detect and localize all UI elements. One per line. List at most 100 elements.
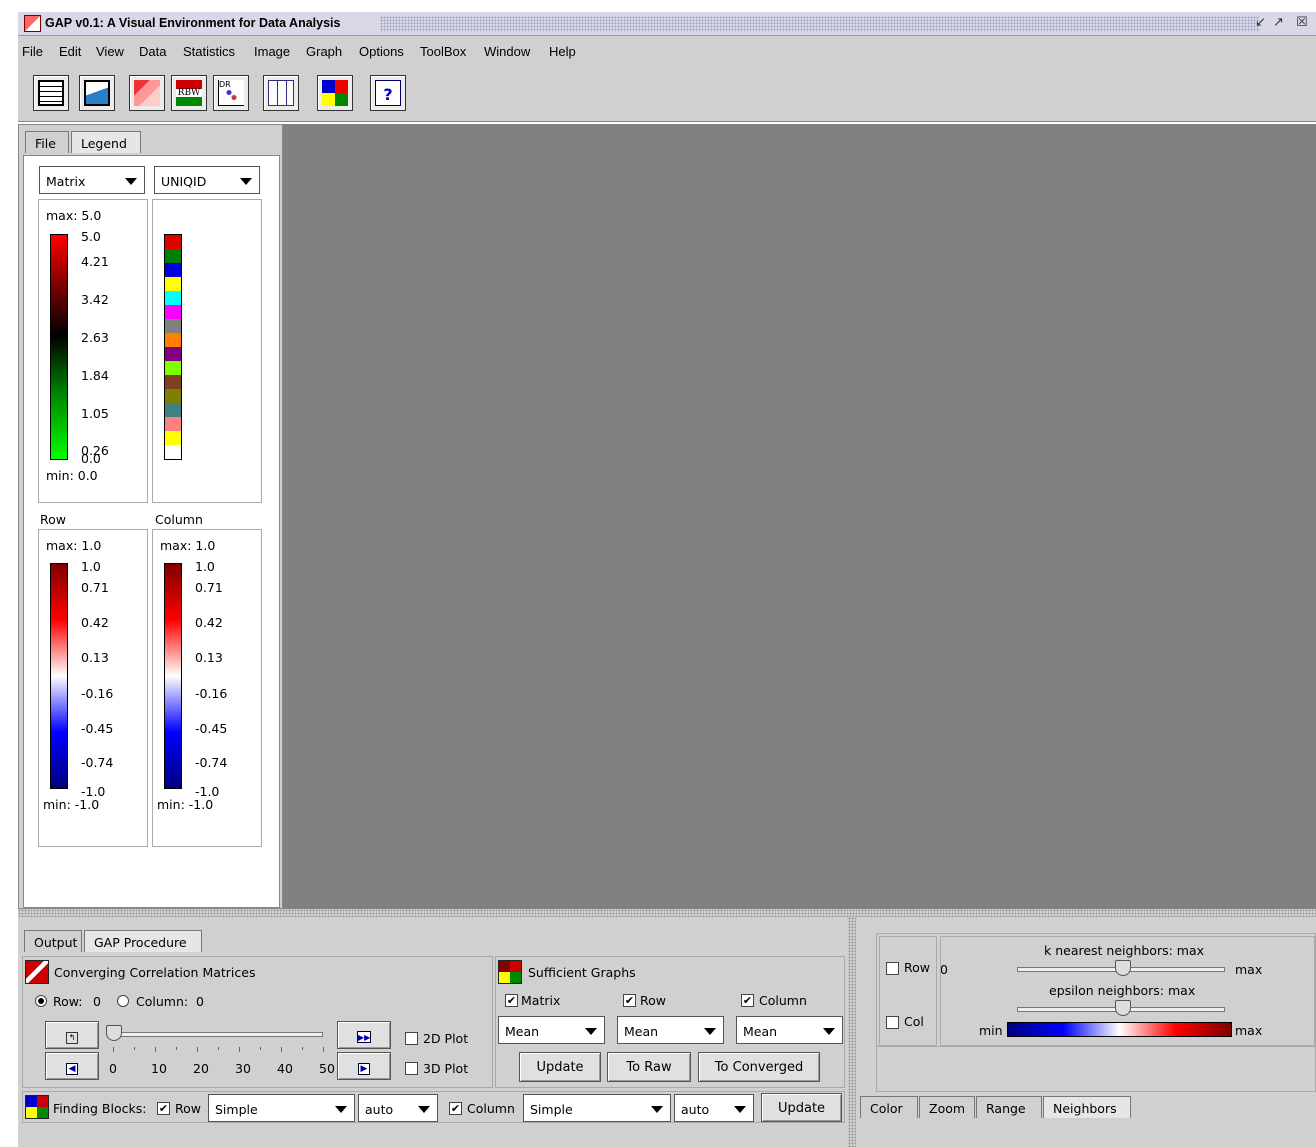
split-divider[interactable] bbox=[18, 909, 1316, 917]
reset-button[interactable]: ↰ bbox=[45, 1021, 99, 1049]
matrix-min-label: min: 0.0 bbox=[46, 468, 98, 483]
tab-zoom[interactable]: Zoom bbox=[919, 1096, 975, 1118]
id-select[interactable]: UNIQID bbox=[154, 166, 260, 194]
row-method-select[interactable]: Simple bbox=[208, 1094, 355, 1122]
column-stat-select[interactable]: Mean bbox=[736, 1016, 843, 1044]
chevron-down-icon bbox=[734, 1106, 746, 1113]
id-select-value: UNIQID bbox=[161, 174, 207, 189]
chevron-down-icon bbox=[240, 178, 252, 185]
slider-tick bbox=[113, 1047, 114, 1052]
iteration-slider-thumb[interactable] bbox=[106, 1025, 122, 1041]
column-checkbox[interactable]: ✔ bbox=[741, 994, 754, 1007]
menu-file[interactable]: File bbox=[22, 44, 43, 59]
desktop-area bbox=[283, 124, 1316, 909]
tab-file[interactable]: File bbox=[25, 131, 69, 153]
matrix-select[interactable]: Matrix bbox=[39, 166, 145, 194]
step-forward-button[interactable]: ▶ bbox=[337, 1052, 391, 1080]
neighbors-col-checkbox[interactable] bbox=[886, 1016, 899, 1029]
row-col-box: Row Col bbox=[879, 936, 937, 1046]
chevron-down-icon bbox=[704, 1028, 716, 1035]
finding-column-checkbox[interactable]: ✔ bbox=[449, 1102, 462, 1115]
matrix-map-button[interactable] bbox=[129, 75, 165, 111]
close-icon[interactable]: ☒ bbox=[1296, 15, 1308, 30]
finding-blocks-icon bbox=[25, 1095, 49, 1119]
menu-graph[interactable]: Graph bbox=[306, 44, 342, 59]
column-legend-title: Column bbox=[155, 512, 203, 527]
row-min-label: min: -1.0 bbox=[43, 797, 100, 812]
slider-tick bbox=[155, 1047, 156, 1052]
menu-data[interactable]: Data bbox=[139, 44, 166, 59]
neighbors-row-checkbox[interactable] bbox=[886, 962, 899, 975]
row-radio[interactable] bbox=[35, 995, 47, 1007]
open-data-button[interactable] bbox=[33, 75, 69, 111]
slider-tick-label: 0 bbox=[109, 1061, 117, 1076]
tab-legend[interactable]: Legend bbox=[71, 131, 141, 153]
sufficient-graphs-group: Sufficient Graphs ✔ Matrix ✔ Row ✔ Colum… bbox=[495, 956, 845, 1088]
row-colorbar bbox=[50, 563, 68, 789]
menu-statistics[interactable]: Statistics bbox=[183, 44, 235, 59]
finding-update-button[interactable]: Update bbox=[761, 1093, 842, 1122]
maximize-icon[interactable]: ↗ bbox=[1273, 15, 1284, 30]
tab-range[interactable]: Range bbox=[976, 1096, 1042, 1118]
matrix-max-label: max: 5.0 bbox=[46, 208, 102, 223]
row-auto-select[interactable]: auto bbox=[358, 1094, 438, 1122]
knn-slider-thumb[interactable] bbox=[1115, 960, 1131, 976]
menu-edit[interactable]: Edit bbox=[59, 44, 81, 59]
tab-color[interactable]: Color bbox=[860, 1096, 918, 1118]
col-tick: -0.74 bbox=[195, 755, 228, 770]
knn-title: k nearest neighbors: max bbox=[1044, 943, 1205, 958]
plot2d-checkbox[interactable] bbox=[405, 1032, 418, 1045]
color-grid-button[interactable] bbox=[317, 75, 353, 111]
menu-view[interactable]: View bbox=[96, 44, 124, 59]
col-method-select[interactable]: Simple bbox=[523, 1094, 671, 1122]
menu-image[interactable]: Image bbox=[254, 44, 290, 59]
menu-help[interactable]: Help bbox=[549, 44, 576, 59]
row-stat-select[interactable]: Mean bbox=[617, 1016, 724, 1044]
row-checkbox[interactable]: ✔ bbox=[623, 994, 636, 1007]
tab-output[interactable]: Output bbox=[24, 930, 82, 952]
row-max-label: max: 1.0 bbox=[46, 538, 102, 553]
update-button[interactable]: Update bbox=[519, 1052, 601, 1082]
matrix-tick: 1.84 bbox=[81, 368, 109, 383]
matrix-tick: 0.0 bbox=[81, 451, 101, 466]
menu-toolbox[interactable]: ToolBox bbox=[420, 44, 466, 59]
row-method-value: Simple bbox=[215, 1102, 258, 1117]
fast-forward-button[interactable]: ▶▶ bbox=[337, 1021, 391, 1049]
to-raw-button[interactable]: To Raw bbox=[607, 1052, 691, 1082]
rbw-button[interactable]: RBW bbox=[171, 75, 207, 111]
row-auto-value: auto bbox=[365, 1102, 394, 1117]
neighbors-panel: Row Col 0 k nearest neighbors: max max e… bbox=[876, 933, 1316, 1047]
finding-row-checkbox[interactable]: ✔ bbox=[157, 1102, 170, 1115]
finding-blocks-bar: Finding Blocks: ✔ Row Simple auto ✔ Colu… bbox=[22, 1091, 845, 1123]
restore-icon[interactable]: ↙ bbox=[1255, 15, 1266, 30]
neighbors-row-label: Row bbox=[904, 960, 930, 975]
slider-tick bbox=[239, 1047, 240, 1052]
matrix-stat-value: Mean bbox=[505, 1024, 540, 1039]
chevron-down-icon bbox=[335, 1106, 347, 1113]
row-stat-value: Mean bbox=[624, 1024, 659, 1039]
tab-gap-procedure[interactable]: GAP Procedure bbox=[84, 930, 202, 952]
matrix-checkbox[interactable]: ✔ bbox=[505, 994, 518, 1007]
dr-plot-button[interactable]: DR bbox=[213, 75, 249, 111]
slider-tick-label: 40 bbox=[277, 1061, 293, 1076]
chevron-down-icon bbox=[585, 1028, 597, 1035]
iteration-slider[interactable] bbox=[113, 1032, 323, 1037]
col-auto-select[interactable]: auto bbox=[674, 1094, 754, 1122]
legend-panel: Matrix UNIQID max: 5.0 5.0 4.21 3.42 2.6… bbox=[23, 155, 280, 908]
menu-options[interactable]: Options bbox=[359, 44, 404, 59]
import-data-button[interactable] bbox=[79, 75, 115, 111]
matrix-stat-select[interactable]: Mean bbox=[498, 1016, 605, 1044]
tab-neighbors[interactable]: Neighbors bbox=[1043, 1096, 1131, 1118]
plot3d-checkbox[interactable] bbox=[405, 1062, 418, 1075]
column-radio[interactable] bbox=[117, 995, 129, 1007]
sufficient-graphs-title: Sufficient Graphs bbox=[528, 965, 636, 980]
to-converged-button[interactable]: To Converged bbox=[698, 1052, 820, 1082]
step-back-button[interactable]: ◀ bbox=[45, 1052, 99, 1080]
graph-view-button[interactable] bbox=[263, 75, 299, 111]
menu-window[interactable]: Window bbox=[484, 44, 530, 59]
epsilon-slider-thumb[interactable] bbox=[1115, 1000, 1131, 1016]
help-button[interactable]: ? bbox=[370, 75, 406, 111]
matrix-tick: 5.0 bbox=[81, 229, 101, 244]
neighbors-col-label: Col bbox=[904, 1014, 924, 1029]
vertical-divider[interactable] bbox=[848, 917, 856, 1147]
